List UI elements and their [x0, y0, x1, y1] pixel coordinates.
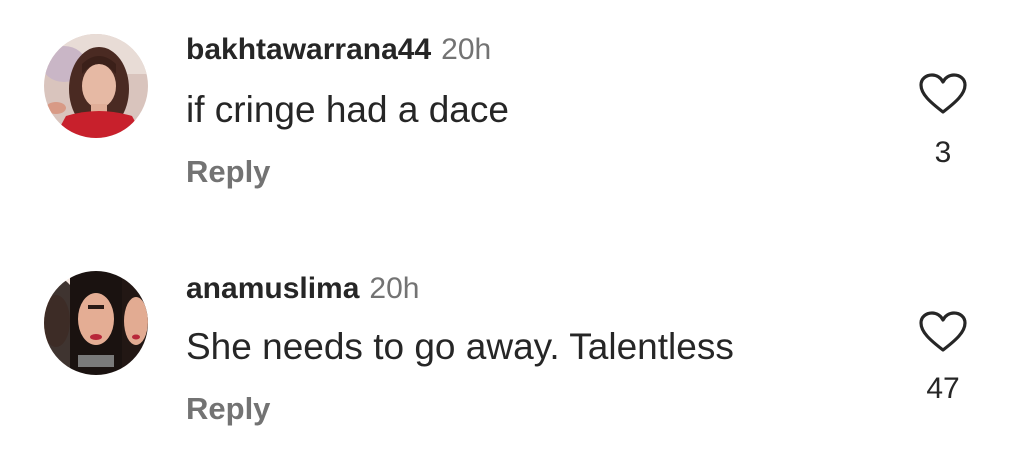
like-count: 47 [926, 372, 960, 405]
reply-button[interactable]: Reply [186, 154, 270, 190]
like-count: 3 [934, 136, 952, 169]
reply-button[interactable]: Reply [186, 391, 270, 427]
like-button[interactable] [918, 72, 968, 116]
comment-text: if cringe had a dace [186, 89, 509, 130]
avatar[interactable] [44, 271, 148, 375]
heart-outline-icon [919, 311, 967, 352]
username[interactable]: bakhtawarrana44 [186, 33, 431, 66]
comment-item: bakhtawarrana44 20h if cringe had a dace … [0, 0, 1024, 230]
comment-meta: bakhtawarrana44 20h [186, 32, 491, 68]
comment-list: bakhtawarrana44 20h if cringe had a dace … [0, 0, 1024, 461]
timestamp: 20h [441, 33, 492, 66]
timestamp: 20h [369, 272, 420, 305]
heart-outline-icon [919, 73, 967, 114]
avatar-image [44, 271, 148, 375]
avatar-image [44, 34, 148, 138]
like-button[interactable] [918, 310, 968, 354]
avatar[interactable] [44, 34, 148, 138]
username[interactable]: anamuslima [186, 272, 359, 305]
comment-item: anamuslima 20h She needs to go away. Tale… [0, 240, 1024, 461]
comment-text: She needs to go away. Talentless [186, 326, 734, 367]
comment-meta: anamuslima 20h [186, 271, 419, 307]
